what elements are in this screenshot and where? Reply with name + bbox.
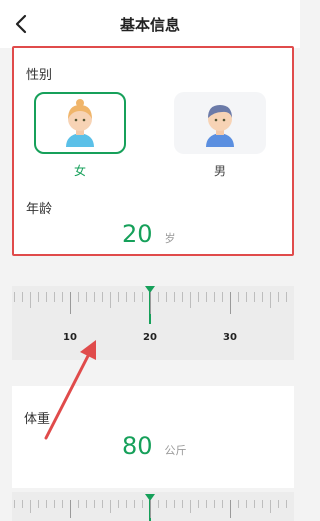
ruler-tick: [206, 500, 207, 508]
ruler-tick: [22, 500, 23, 508]
ruler-tick: [174, 500, 175, 508]
ruler-tick: [102, 292, 103, 302]
ruler-tick: [246, 292, 247, 302]
age-ruler-label-20: 20: [143, 332, 157, 343]
ruler-tick: [14, 292, 15, 302]
ruler-tick: [262, 500, 263, 508]
ruler-tick: [46, 500, 47, 508]
ruler-tick: [142, 500, 143, 508]
weight-value: 80: [122, 432, 153, 460]
ruler-tick: [78, 500, 79, 508]
weight-ruler[interactable]: [12, 492, 294, 521]
ruler-tick: [134, 292, 135, 302]
ruler-tick: [262, 292, 263, 302]
ruler-tick: [38, 500, 39, 508]
ruler-tick: [222, 500, 223, 508]
ruler-tick: [198, 292, 199, 302]
ruler-tick: [150, 500, 151, 518]
ruler-tick: [166, 500, 167, 508]
ruler-tick: [54, 292, 55, 302]
age-unit: 岁: [164, 232, 176, 245]
age-label: 年龄: [26, 202, 53, 217]
ruler-tick: [230, 500, 231, 518]
ruler-tick: [238, 292, 239, 302]
age-value: 20: [122, 220, 153, 248]
ruler-tick: [94, 500, 95, 508]
ruler-tick: [150, 292, 151, 314]
gender-female-label[interactable]: 女: [34, 162, 126, 179]
ruler-tick: [190, 500, 191, 513]
ruler-tick: [246, 500, 247, 508]
age-ruler-label-10: 10: [63, 332, 77, 343]
ruler-tick: [270, 500, 271, 513]
ruler-tick: [254, 292, 255, 302]
ruler-tick: [110, 292, 111, 308]
ruler-tick: [46, 292, 47, 302]
ruler-tick: [70, 500, 71, 518]
ruler-tick: [30, 500, 31, 513]
ruler-tick: [30, 292, 31, 308]
ruler-tick: [126, 292, 127, 302]
ruler-tick: [198, 500, 199, 508]
age-ruler-label-30: 30: [223, 332, 237, 343]
ruler-tick: [254, 500, 255, 508]
ruler-tick: [214, 500, 215, 508]
ruler-tick: [278, 500, 279, 508]
ruler-tick: [182, 292, 183, 302]
weight-label: 体重: [24, 412, 51, 427]
ruler-tick: [14, 500, 15, 508]
ruler-tick: [278, 292, 279, 302]
ruler-tick: [174, 292, 175, 302]
ruler-tick: [102, 500, 103, 508]
header-bar: 基本信息: [0, 0, 300, 48]
age-value-row: 20 岁: [122, 220, 176, 248]
ruler-tick: [270, 292, 271, 308]
ruler-tick: [158, 500, 159, 508]
male-avatar-icon: [206, 105, 234, 147]
gender-option-male[interactable]: [174, 92, 266, 154]
ruler-tick: [22, 292, 23, 302]
gender-age-card: 性别 女 男 年龄 20 岁: [12, 46, 294, 256]
ruler-tick: [62, 292, 63, 302]
weight-card: 体重 80 公斤: [12, 386, 294, 488]
ruler-tick: [206, 292, 207, 302]
ruler-tick: [70, 292, 71, 314]
ruler-tick: [158, 292, 159, 302]
ruler-tick: [118, 500, 119, 508]
ruler-tick: [86, 292, 87, 302]
ruler-tick: [182, 500, 183, 508]
weight-value-row: 80 公斤: [122, 432, 187, 460]
ruler-tick: [222, 292, 223, 302]
ruler-tick: [118, 292, 119, 302]
ruler-tick: [126, 500, 127, 508]
ruler-tick: [54, 500, 55, 508]
gender-male-label[interactable]: 男: [174, 162, 266, 179]
female-avatar-icon: [66, 99, 94, 147]
ruler-tick: [286, 500, 287, 508]
ruler-tick: [230, 292, 231, 314]
ruler-tick: [110, 500, 111, 513]
ruler-tick: [62, 500, 63, 508]
gender-label: 性别: [26, 68, 53, 83]
ruler-tick: [78, 292, 79, 302]
ruler-tick: [166, 292, 167, 302]
gender-option-female[interactable]: [34, 92, 126, 154]
age-ruler[interactable]: 10 20 30: [12, 286, 294, 360]
page-title: 基本信息: [119, 16, 180, 34]
ruler-tick: [134, 500, 135, 508]
ruler-tick: [86, 500, 87, 508]
weight-unit: 公斤: [164, 444, 187, 457]
ruler-tick: [286, 292, 287, 302]
ruler-tick: [214, 292, 215, 302]
ruler-tick: [190, 292, 191, 308]
ruler-tick: [94, 292, 95, 302]
ruler-tick: [238, 500, 239, 508]
ruler-tick: [142, 292, 143, 302]
ruler-tick: [38, 292, 39, 302]
